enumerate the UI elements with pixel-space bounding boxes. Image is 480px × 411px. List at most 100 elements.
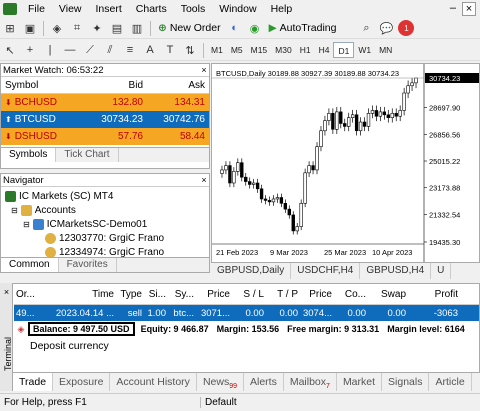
timeframe-w1[interactable]: W1 [354,42,375,58]
tab-common[interactable]: Common [1,258,59,272]
terminal-icon[interactable]: ▤ [109,20,125,36]
timeframe-m1[interactable]: M1 [207,42,227,58]
column-header[interactable]: S / L [232,289,266,300]
menu-window[interactable]: Window [212,3,263,15]
column-header[interactable]: Si... [144,289,168,300]
channel-icon[interactable]: ⫽ [102,42,118,58]
tab-tick-chart[interactable]: Tick Chart [56,148,119,162]
menu-insert[interactable]: Insert [89,3,129,15]
metaeditor-icon[interactable]: ◐ [227,20,243,36]
tree-account-item[interactable]: 12303770: GrgiC Frano [1,231,209,245]
close-icon[interactable]: × [462,2,476,16]
column-header[interactable]: Price [196,289,232,300]
terminal-tab-account-history[interactable]: Account History [110,373,197,391]
price-chart[interactable]: BTCUSD,Daily 30189.88 30927.39 30189.88 … [212,64,479,262]
timeframe-m5[interactable]: M5 [227,42,247,58]
chart-tab-gbpusd-daily[interactable]: GBPUSD,Daily [211,263,292,279]
timeframe-m30[interactable]: M30 [271,42,296,58]
terminal-tab-mailbox[interactable]: Mailbox7 [284,373,337,391]
text-label-icon[interactable]: T [162,42,178,58]
column-header[interactable]: Co... [334,289,368,300]
fibonacci-icon[interactable]: ≡ [122,42,138,58]
horizontal-line-icon[interactable]: — [62,42,78,58]
tree-server[interactable]: ⊟ ICMarketsSC-Demo01 [1,217,209,231]
new-chart-icon[interactable]: ⊞ [2,20,18,36]
column-header-bid[interactable]: Bid [85,80,147,91]
terminal-tab-article[interactable]: Article [429,373,472,391]
tree-account-item[interactable]: 12334974: GrgiC Frano [1,245,209,257]
column-header[interactable]: Profit [408,289,460,300]
strategy-tester-icon[interactable]: ▥ [129,20,145,36]
new-order-button[interactable]: ⊕ New Order [154,22,225,34]
market-watch-icon[interactable]: ◈ [49,20,65,36]
search-icon[interactable]: ⌕ [358,20,374,36]
chart-tab-more[interactable]: U [431,263,452,279]
navigator-icon[interactable]: ✦ [89,20,105,36]
market-watch-row[interactable]: ⬆ BTCUSD 30734.23 30742.76 [1,111,209,128]
column-header[interactable]: Sy... [168,289,196,300]
collapse-icon[interactable]: ⊟ [11,206,18,215]
candle-body [343,123,347,127]
menu-tools[interactable]: Tools [174,3,213,15]
market-watch-title-bar: Market Watch: 06:53:22 × [1,64,209,77]
column-header[interactable]: Price [300,289,334,300]
market-watch-row[interactable]: ⬇ BCHUSD 132.80 134.31 [1,94,209,111]
tab-symbols[interactable]: Symbols [1,148,57,162]
tree-root[interactable]: IC Markets (SC) MT4 [1,189,209,203]
timeframe-h1[interactable]: H1 [296,42,315,58]
signals-icon[interactable]: ◉ [247,20,263,36]
market-watch-row[interactable]: ⬇ DSHUSD 57.76 58.44 [1,128,209,145]
terminal-tab-market[interactable]: Market [337,373,383,391]
trendline-icon[interactable]: ⟋ [82,42,98,58]
close-icon[interactable]: × [199,175,209,185]
terminal-tab-trade[interactable]: Trade [13,373,54,391]
symbol-cell: ⬆ BTCUSD [1,114,85,125]
text-tool-icon[interactable]: A [142,42,158,58]
menu-charts[interactable]: Charts [129,3,174,15]
column-header[interactable]: Or... [14,289,44,300]
close-icon[interactable]: × [199,65,209,75]
menu-view[interactable]: View [52,3,89,15]
column-header[interactable]: T / P [266,289,300,300]
minimize-icon[interactable]: – [450,2,456,16]
column-header[interactable]: Type [116,289,144,300]
data-window-icon[interactable]: ⌗ [69,20,85,36]
close-icon[interactable]: × [0,287,13,297]
timeframe-h4[interactable]: H4 [315,42,334,58]
collapse-icon[interactable]: ⊟ [23,220,30,229]
arrows-icon[interactable]: ⇅ [182,42,198,58]
crosshair-icon[interactable]: + [22,42,38,58]
candle-body [398,110,402,117]
order-cell: 49... [16,307,35,319]
chat-icon[interactable]: 💬 [378,20,394,36]
timeframe-mn[interactable]: MN [375,42,396,58]
chart-tab-usdchf-h4[interactable]: USDCHF,H4 [291,263,361,279]
candle-body [263,198,268,201]
tab-favorites[interactable]: Favorites [59,258,117,272]
timeframe-m15[interactable]: M15 [247,42,272,58]
timeframe-d1[interactable]: D1 [333,42,355,58]
chart-tab-gbpusd-h4[interactable]: GBPUSD,H4 [360,263,432,279]
order-cell: 2023.04.14 ... [55,307,114,319]
column-header-symbol[interactable]: Symbol [1,80,85,91]
order-row[interactable]: 49... 2023.04.14 ... sell 1.00 btc... 3071...… [14,305,479,321]
new-order-label: New Order [169,22,221,34]
chart-window[interactable]: BTCUSD,Daily 30189.88 30927.39 30189.88 … [211,63,480,263]
terminal-tab-signals[interactable]: Signals [382,373,430,391]
cursor-icon[interactable]: ↖ [2,42,18,58]
tree-accounts[interactable]: ⊟ Accounts [1,203,209,217]
terminal-tab-alerts[interactable]: Alerts [244,373,284,391]
autotrading-button[interactable]: ▶ AutoTrading [265,22,341,34]
menu-help[interactable]: Help [264,3,300,15]
column-header-ask[interactable]: Ask [147,80,209,91]
vertical-line-icon[interactable]: | [42,42,58,58]
candle-body [220,169,224,174]
terminal-tab-news[interactable]: News99 [197,373,244,391]
column-header[interactable]: Swap [368,289,408,300]
price-axis-tick: 21332.54 [429,210,460,219]
terminal-tab-exposure[interactable]: Exposure [53,373,111,391]
notifications-icon[interactable]: 1 [398,20,415,36]
column-header[interactable]: Time [44,289,116,300]
menu-file[interactable]: File [21,3,52,15]
profiles-icon[interactable]: ▣ [22,20,38,36]
